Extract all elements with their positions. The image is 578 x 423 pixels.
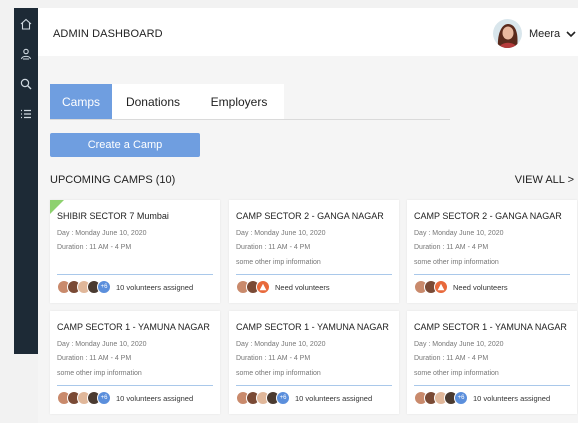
camp-title: CAMP SECTOR 1 - YAMUNA NAGAR xyxy=(236,322,389,332)
camp-card[interactable]: SHIBIR SECTOR 7 Mumbai Day : Monday June … xyxy=(50,200,220,303)
camp-title: CAMP SECTOR 1 - YAMUNA NAGAR xyxy=(414,322,567,332)
top-header: ADMIN DASHBOARD Meera xyxy=(38,8,578,56)
camp-title: CAMP SECTOR 1 - YAMUNA NAGAR xyxy=(57,322,210,332)
warning-icon xyxy=(256,280,270,294)
camp-info: some other imp information xyxy=(236,370,321,377)
home-icon[interactable] xyxy=(18,16,34,32)
card-divider xyxy=(57,274,213,275)
chevron-down-icon[interactable] xyxy=(565,27,577,39)
volunteer-avatars[interactable] xyxy=(414,280,448,294)
card-footer: +6 10 volunteers assigned xyxy=(57,279,193,295)
camp-info: some other imp information xyxy=(57,370,142,377)
card-divider xyxy=(57,385,213,386)
camp-duration: Duration : 11 AM - 4 PM xyxy=(414,355,489,362)
camp-day: Day : Monday June 10, 2020 xyxy=(236,341,326,348)
camp-card[interactable]: CAMP SECTOR 2 - GANGA NAGAR Day : Monday … xyxy=(229,200,399,303)
camp-info: some other imp information xyxy=(414,370,499,377)
user-name[interactable]: Meera xyxy=(529,28,560,40)
camp-duration: Duration : 11 AM - 4 PM xyxy=(57,355,132,362)
camp-card[interactable]: CAMP SECTOR 2 - GANGA NAGAR Day : Monday … xyxy=(407,200,577,303)
sidebar xyxy=(14,8,38,354)
more-volunteers-badge: +6 xyxy=(276,391,290,405)
section-title: UPCOMING CAMPS (10) xyxy=(50,174,176,186)
card-divider xyxy=(414,385,570,386)
camp-day: Day : Monday June 10, 2020 xyxy=(57,341,147,348)
card-footer: Need volunteers xyxy=(414,279,508,295)
tab-divider xyxy=(50,119,450,120)
tab-donations[interactable]: Donations xyxy=(112,84,194,120)
avatar[interactable] xyxy=(493,19,522,48)
volunteer-avatars[interactable] xyxy=(236,280,270,294)
camp-card[interactable]: CAMP SECTOR 1 - YAMUNA NAGAR Day : Monday… xyxy=(229,311,399,414)
card-footer: Need volunteers xyxy=(236,279,330,295)
users-icon[interactable] xyxy=(18,46,34,62)
search-user-icon[interactable] xyxy=(18,76,34,92)
more-volunteers-badge: +6 xyxy=(97,391,111,405)
camp-duration: Duration : 11 AM - 4 PM xyxy=(57,244,132,251)
camp-title: CAMP SECTOR 2 - GANGA NAGAR xyxy=(236,211,384,221)
camp-day: Day : Monday June 10, 2020 xyxy=(236,230,326,237)
more-volunteers-badge: +6 xyxy=(454,391,468,405)
volunteer-avatars[interactable]: +6 xyxy=(57,280,111,294)
volunteer-status: Need volunteers xyxy=(453,282,508,292)
view-all-link[interactable]: VIEW ALL > xyxy=(515,174,574,186)
camp-duration: Duration : 11 AM - 4 PM xyxy=(236,244,311,251)
warning-icon xyxy=(434,280,448,294)
app-frame: ADMIN DASHBOARD Meera Camps Donations Em… xyxy=(0,0,578,423)
tab-camps[interactable]: Camps xyxy=(50,84,112,120)
card-footer: +6 10 volunteers assigned xyxy=(57,390,193,406)
camp-card[interactable]: CAMP SECTOR 1 - YAMUNA NAGAR Day : Monday… xyxy=(407,311,577,414)
volunteer-status: 10 volunteers assigned xyxy=(116,393,194,403)
volunteer-status: Need volunteers xyxy=(275,282,330,292)
volunteer-avatars[interactable]: +6 xyxy=(236,391,290,405)
camp-duration: Duration : 11 AM - 4 PM xyxy=(414,244,489,251)
main-content: Camps Donations Employers Create a Camp … xyxy=(38,56,578,423)
volunteer-avatars[interactable]: +6 xyxy=(414,391,468,405)
card-footer: +6 10 volunteers assigned xyxy=(414,390,550,406)
volunteer-status: 10 volunteers assigned xyxy=(473,393,551,403)
volunteer-avatars[interactable]: +6 xyxy=(57,391,111,405)
camp-duration: Duration : 11 AM - 4 PM xyxy=(236,355,311,362)
create-camp-button[interactable]: Create a Camp xyxy=(50,133,200,157)
camp-title: CAMP SECTOR 2 - GANGA NAGAR xyxy=(414,211,562,221)
volunteer-status: 10 volunteers assigned xyxy=(295,393,373,403)
tab-employers[interactable]: Employers xyxy=(194,84,284,120)
card-footer: +6 10 volunteers assigned xyxy=(236,390,372,406)
camp-title: SHIBIR SECTOR 7 Mumbai xyxy=(57,211,169,221)
camp-day: Day : Monday June 10, 2020 xyxy=(57,230,147,237)
camp-day: Day : Monday June 10, 2020 xyxy=(414,341,504,348)
camp-info: some other imp information xyxy=(236,259,321,266)
card-divider xyxy=(236,274,392,275)
tab-bar: Camps Donations Employers xyxy=(50,84,284,120)
card-divider xyxy=(236,385,392,386)
camp-card[interactable]: CAMP SECTOR 1 - YAMUNA NAGAR Day : Monday… xyxy=(50,311,220,414)
page-title: ADMIN DASHBOARD xyxy=(53,28,163,40)
list-icon[interactable] xyxy=(18,106,34,122)
more-volunteers-badge: +6 xyxy=(97,280,111,294)
camp-info: some other imp information xyxy=(414,259,499,266)
camp-day: Day : Monday June 10, 2020 xyxy=(414,230,504,237)
card-divider xyxy=(414,274,570,275)
volunteer-status: 10 volunteers assigned xyxy=(116,282,194,292)
